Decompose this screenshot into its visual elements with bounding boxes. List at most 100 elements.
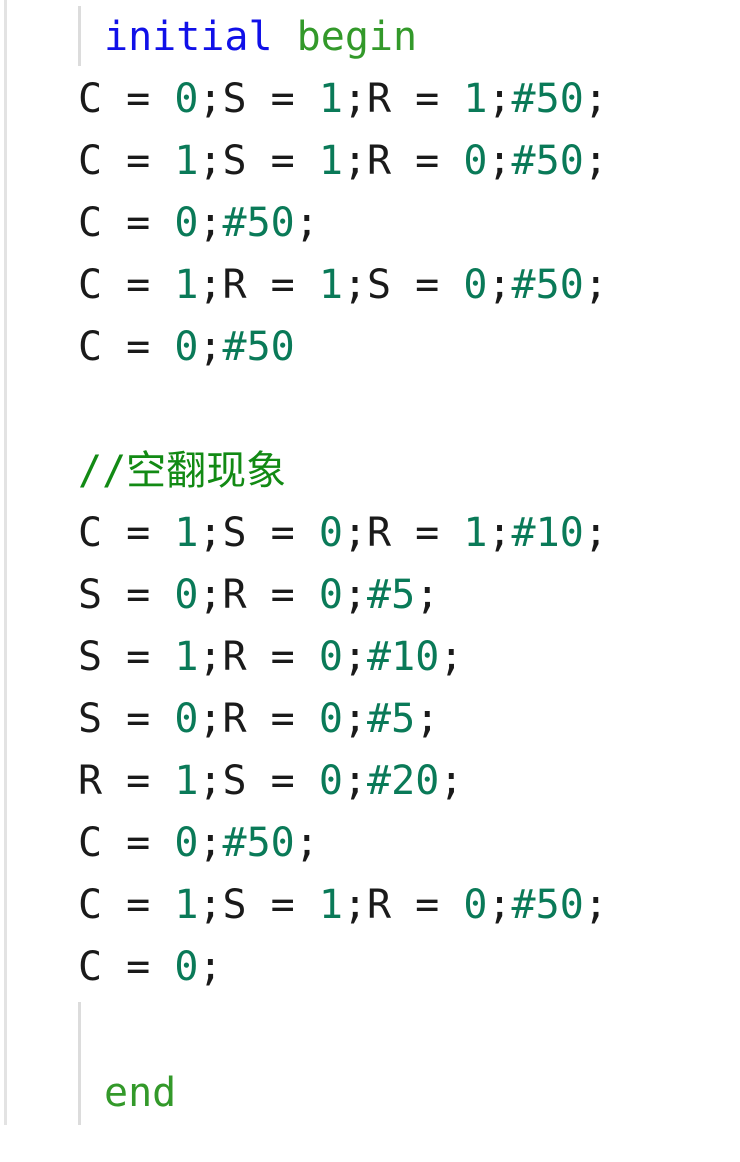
code-text: ; xyxy=(294,200,319,246)
code-number: 0 xyxy=(318,572,343,618)
code-text: ;S = xyxy=(198,138,319,184)
code-text: ; xyxy=(583,882,608,928)
code-text: C = xyxy=(78,944,175,990)
code-text: ; xyxy=(487,882,512,928)
code-text: ; xyxy=(342,696,368,742)
code-text: ;R = xyxy=(198,572,319,618)
code-delay: #50 xyxy=(222,820,295,866)
code-line: C = 1;R = 1;S = 0;#50; xyxy=(78,254,608,316)
keyword-end: end xyxy=(104,1070,177,1116)
code-number: 1 xyxy=(174,634,199,680)
code-number: 0 xyxy=(318,510,343,556)
code-number: 0 xyxy=(318,758,343,804)
code-text: ; xyxy=(198,200,223,246)
code-text: ; xyxy=(583,510,608,556)
code-delay: #50 xyxy=(511,262,584,308)
code-text: ;R = xyxy=(198,262,319,308)
code-number: 0 xyxy=(174,200,199,246)
code-line-initial-begin: initial begin xyxy=(104,6,417,68)
code-text: ; xyxy=(198,944,223,990)
code-text: ; xyxy=(583,76,608,122)
code-number: 1 xyxy=(174,262,199,308)
code-delay: #10 xyxy=(367,634,440,680)
code-number: 0 xyxy=(174,76,199,122)
code-number: 0 xyxy=(174,820,199,866)
code-number: 0 xyxy=(174,944,199,990)
code-text: C = xyxy=(78,510,175,556)
code-text: S = xyxy=(78,572,175,618)
code-line: C = 1;S = 1;R = 0;#50; xyxy=(78,130,608,192)
keyword-initial: initial xyxy=(104,14,273,60)
code-delay: #50 xyxy=(511,138,584,184)
code-text: ;S = xyxy=(198,510,319,556)
code-line: C = 0; xyxy=(78,936,223,998)
code-text: ; xyxy=(487,76,512,122)
code-delay: #50 xyxy=(222,324,295,370)
code-text: ;R = xyxy=(342,510,464,556)
code-text: ; xyxy=(294,820,319,866)
code-delay: #50 xyxy=(511,882,584,928)
code-text: ; xyxy=(342,572,368,618)
code-text: ;R = xyxy=(342,76,464,122)
code-text: C = xyxy=(78,262,175,308)
code-text: ;R = xyxy=(198,696,319,742)
code-delay: #50 xyxy=(511,76,584,122)
code-text: ;S = xyxy=(198,76,319,122)
code-number: 1 xyxy=(318,76,343,122)
code-delay: #20 xyxy=(367,758,440,804)
code-text: ;R = xyxy=(342,882,464,928)
code-line: R = 1;S = 0;#20; xyxy=(78,750,463,812)
code-number: 0 xyxy=(463,138,488,184)
code-line: S = 0;R = 0;#5; xyxy=(78,688,439,750)
code-text: ; xyxy=(487,262,512,308)
code-line: C = 0;#50; xyxy=(78,192,319,254)
code-number: 1 xyxy=(318,138,343,184)
code-number: 1 xyxy=(174,882,199,928)
code-text: C = xyxy=(78,324,175,370)
code-line: C = 0;#50 xyxy=(78,316,295,378)
code-text: C = xyxy=(78,76,175,122)
code-text: ; xyxy=(342,758,368,804)
code-comment: //空翻现象 xyxy=(78,448,287,494)
code-text: C = xyxy=(78,820,175,866)
code-text: ;R = xyxy=(342,138,464,184)
code-text: C = xyxy=(78,882,175,928)
code-text: ; xyxy=(487,510,512,556)
code-text: ; xyxy=(198,820,223,866)
code-number: 0 xyxy=(463,262,488,308)
code-editor[interactable]: initial begin C = 0;S = 1;R = 1;#50; C =… xyxy=(0,0,740,1162)
code-number: 0 xyxy=(174,572,199,618)
keyword-begin: begin xyxy=(296,14,418,60)
code-delay: #5 xyxy=(367,572,416,618)
code-number: 0 xyxy=(318,634,343,680)
code-text: ;S = xyxy=(198,882,319,928)
code-text: ;S = xyxy=(198,758,319,804)
code-number: 0 xyxy=(463,882,488,928)
code-line: C = 0;S = 1;R = 1;#50; xyxy=(78,68,608,130)
code-text: S = xyxy=(78,634,175,680)
code-line: S = 0;R = 0;#5; xyxy=(78,564,439,626)
code-number: 1 xyxy=(463,510,488,556)
code-delay: #10 xyxy=(511,510,584,556)
code-number: 0 xyxy=(318,696,343,742)
code-line-end: end xyxy=(104,1062,176,1124)
code-text: C = xyxy=(78,200,175,246)
code-line: C = 0;#50; xyxy=(78,812,319,874)
code-number: 1 xyxy=(174,758,199,804)
code-text: C = xyxy=(78,138,175,184)
code-text: ; xyxy=(487,138,512,184)
code-number: 1 xyxy=(318,882,343,928)
code-delay: #5 xyxy=(367,696,416,742)
code-number: 1 xyxy=(174,138,199,184)
code-delay: #50 xyxy=(222,200,295,246)
code-text: ;S = xyxy=(342,262,464,308)
code-line: C = 1;S = 0;R = 1;#10; xyxy=(78,502,608,564)
code-text: ; xyxy=(198,324,223,370)
code-text: ;R = xyxy=(198,634,319,680)
code-text: ; xyxy=(439,634,464,680)
code-text: ; xyxy=(415,696,440,742)
code-line: S = 1;R = 0;#10; xyxy=(78,626,463,688)
code-text: ; xyxy=(583,138,608,184)
code-number: 1 xyxy=(174,510,199,556)
code-text: R = xyxy=(78,758,175,804)
